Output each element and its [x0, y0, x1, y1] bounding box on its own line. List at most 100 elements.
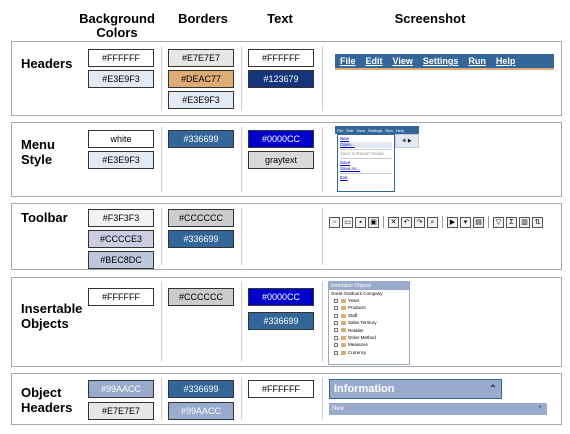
filter-icon[interactable]: ▽: [493, 216, 504, 228]
toolbar-bg-swatch-2: #CCCCE3: [88, 230, 154, 248]
menu-file[interactable]: File: [337, 128, 343, 133]
divider: [322, 208, 323, 265]
menu-item-open[interactable]: Open...: [340, 142, 392, 148]
divider: [161, 378, 162, 420]
tree-item[interactable]: Years: [329, 297, 409, 304]
menu-text-swatch-2: graytext: [248, 151, 314, 169]
folder-icon: [341, 306, 346, 311]
folder-icon: [341, 313, 346, 318]
row-label-toolbar: Toolbar: [21, 210, 68, 225]
divider: [241, 46, 242, 111]
headers-border-swatch-2: #DEAC77: [168, 70, 234, 88]
menu-edit[interactable]: Edit: [366, 56, 383, 66]
expand-icon[interactable]: [334, 313, 338, 318]
headers-border-swatch-3: #E3E9F3: [168, 91, 234, 109]
tree-item[interactable]: Products: [329, 304, 409, 311]
divider: [241, 127, 242, 192]
open-icon[interactable]: ▭: [342, 216, 353, 228]
menu-border-swatch-1: #336699: [168, 130, 234, 148]
headers-text-swatch-1: #FFFFFF: [248, 49, 314, 67]
toolbar-border-swatch-1: #CCCCCC: [168, 209, 234, 227]
object-headers-panel: Object Headers #99AACC #E7E7E7 #336699 #…: [11, 373, 562, 425]
headers-screenshot-menubar: File Edit View Settings Run Help: [335, 54, 554, 70]
menu-text-swatch-1: #0000CC: [248, 130, 314, 148]
toolbar-border-swatch-2: #336699: [168, 230, 234, 248]
menu-screenshot-bar: File Edit View Settings Run Help: [335, 126, 419, 134]
row-label-menu-style: Menu Style: [21, 137, 55, 167]
menu-bg-swatch-1: white: [88, 130, 154, 148]
divider: [161, 282, 162, 362]
expand-icon[interactable]: [334, 343, 338, 348]
toolbar-panel: Toolbar #F3F3F3 #CCCCE3 #BEC8DC #CCCCCC …: [11, 203, 562, 270]
insertable-bg-swatch-1: #FFFFFF: [88, 288, 154, 306]
new-icon[interactable]: ▫: [329, 216, 340, 228]
headers-text-swatch-2: #123679: [248, 70, 314, 88]
divider: [161, 208, 162, 265]
menu-run[interactable]: Run: [385, 128, 392, 133]
headers-panel: Headers #FFFFFF #E3E9F3 #E7E7E7 #DEAC77 …: [11, 41, 562, 116]
collapse-icon[interactable]: ⌃: [537, 405, 543, 413]
insertable-objects-title: Insertable Objects: [329, 282, 409, 290]
tree-item[interactable]: Measures: [329, 341, 409, 348]
headers-bg-swatch-2: #E3E9F3: [88, 70, 154, 88]
collapse-icon[interactable]: ⌃: [489, 384, 497, 395]
expand-icon[interactable]: [334, 306, 338, 311]
expand-icon[interactable]: [334, 298, 338, 303]
toolbar-separator: [488, 216, 489, 228]
menu-run[interactable]: Run: [468, 56, 486, 66]
tree-root[interactable]: Great Outdoors Company: [329, 290, 409, 297]
information-header: Information ⌃: [329, 379, 502, 399]
tree-item[interactable]: Retailer: [329, 327, 409, 334]
menu-edit[interactable]: Edit: [346, 128, 353, 133]
find-icon[interactable]: ⌕: [427, 216, 438, 228]
object-headers-bg-swatch-2: #E7E7E7: [88, 402, 154, 420]
tree-item[interactable]: Currency: [329, 349, 409, 356]
menu-file[interactable]: File: [340, 56, 356, 66]
tree-item[interactable]: Sales Territory: [329, 319, 409, 326]
insertable-text-swatch-2: #336699: [248, 312, 314, 330]
undo-icon[interactable]: ↶: [401, 216, 412, 228]
row-label-headers: Headers: [21, 56, 73, 71]
insertable-objects-screenshot: Insertable Objects Great Outdoors Compan…: [328, 281, 410, 365]
column-header-text: Text: [267, 11, 293, 26]
save-icon[interactable]: ▪: [355, 216, 366, 228]
toolbar-separator: [383, 216, 384, 228]
expand-icon[interactable]: [334, 328, 338, 333]
menu-separator: [340, 173, 392, 174]
object-headers-border-swatch-2: #99AACC: [168, 402, 234, 420]
divider: [322, 282, 323, 362]
menu-help[interactable]: Help: [396, 128, 404, 133]
menu-settings[interactable]: Settings: [423, 56, 459, 66]
column-header-borders: Borders: [178, 11, 228, 26]
folder-icon: [341, 328, 346, 333]
row-label-object-headers: Object Headers: [21, 385, 73, 415]
chart-icon[interactable]: ▥: [519, 216, 530, 228]
tree-item[interactable]: Staff: [329, 312, 409, 319]
menu-item-save-to-report: Save to Report Studio: [340, 151, 385, 156]
menu-settings[interactable]: Settings: [368, 128, 382, 133]
chevron-down-icon[interactable]: ▾: [460, 216, 471, 228]
divider: [241, 208, 242, 265]
menu-item-exit[interactable]: Exit: [340, 175, 392, 181]
tree-item[interactable]: Order Method: [329, 334, 409, 341]
report-icon[interactable]: ▤: [473, 216, 484, 228]
sum-icon[interactable]: Σ: [506, 216, 517, 228]
run-icon[interactable]: ▶: [447, 216, 458, 228]
toolbar-separator: [442, 216, 443, 228]
menu-view[interactable]: View: [356, 128, 365, 133]
divider: [322, 46, 323, 111]
menu-item-save-as[interactable]: Save As...: [340, 166, 392, 172]
menu-help[interactable]: Help: [496, 56, 516, 66]
menu-view[interactable]: View: [393, 56, 413, 66]
divider: [241, 378, 242, 420]
sort-icon[interactable]: ⇅: [532, 216, 543, 228]
expand-icon[interactable]: [334, 350, 338, 355]
column-header-background: Background Colors: [79, 11, 155, 40]
save-all-icon[interactable]: ▣: [368, 216, 379, 228]
redo-icon[interactable]: ↷: [414, 216, 425, 228]
expand-icon[interactable]: [334, 320, 338, 325]
cut-icon[interactable]: ✕: [388, 216, 399, 228]
divider: [322, 378, 323, 420]
expand-icon[interactable]: [334, 335, 338, 340]
divider: [161, 46, 162, 111]
